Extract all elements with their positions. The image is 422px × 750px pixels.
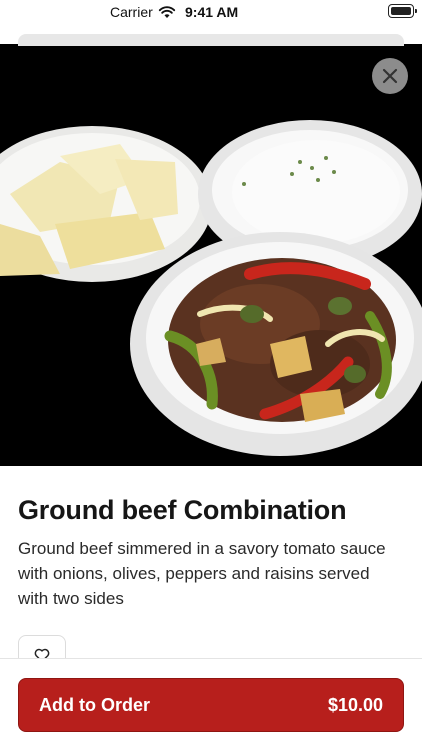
battery-icon bbox=[388, 4, 417, 18]
close-button[interactable] bbox=[372, 58, 408, 94]
dish-photo bbox=[0, 44, 422, 466]
close-icon bbox=[382, 68, 398, 84]
wifi-icon bbox=[158, 6, 176, 18]
add-to-order-label: Add to Order bbox=[39, 694, 150, 715]
item-title: Ground beef Combination bbox=[18, 495, 347, 525]
carrier-label: Carrier bbox=[110, 4, 153, 20]
item-price: $10.00 bbox=[327, 694, 383, 715]
dish-illustration bbox=[0, 44, 422, 466]
sheet-edge bbox=[18, 34, 404, 46]
status-bar: Carrier 9:41 AM bbox=[0, 0, 422, 24]
item-description: Ground beef simmered in a savory tomato … bbox=[18, 539, 386, 608]
clock-time: 9:41 AM bbox=[185, 4, 239, 20]
add-to-order-button[interactable]: Add to Order $10.00 bbox=[18, 678, 404, 732]
